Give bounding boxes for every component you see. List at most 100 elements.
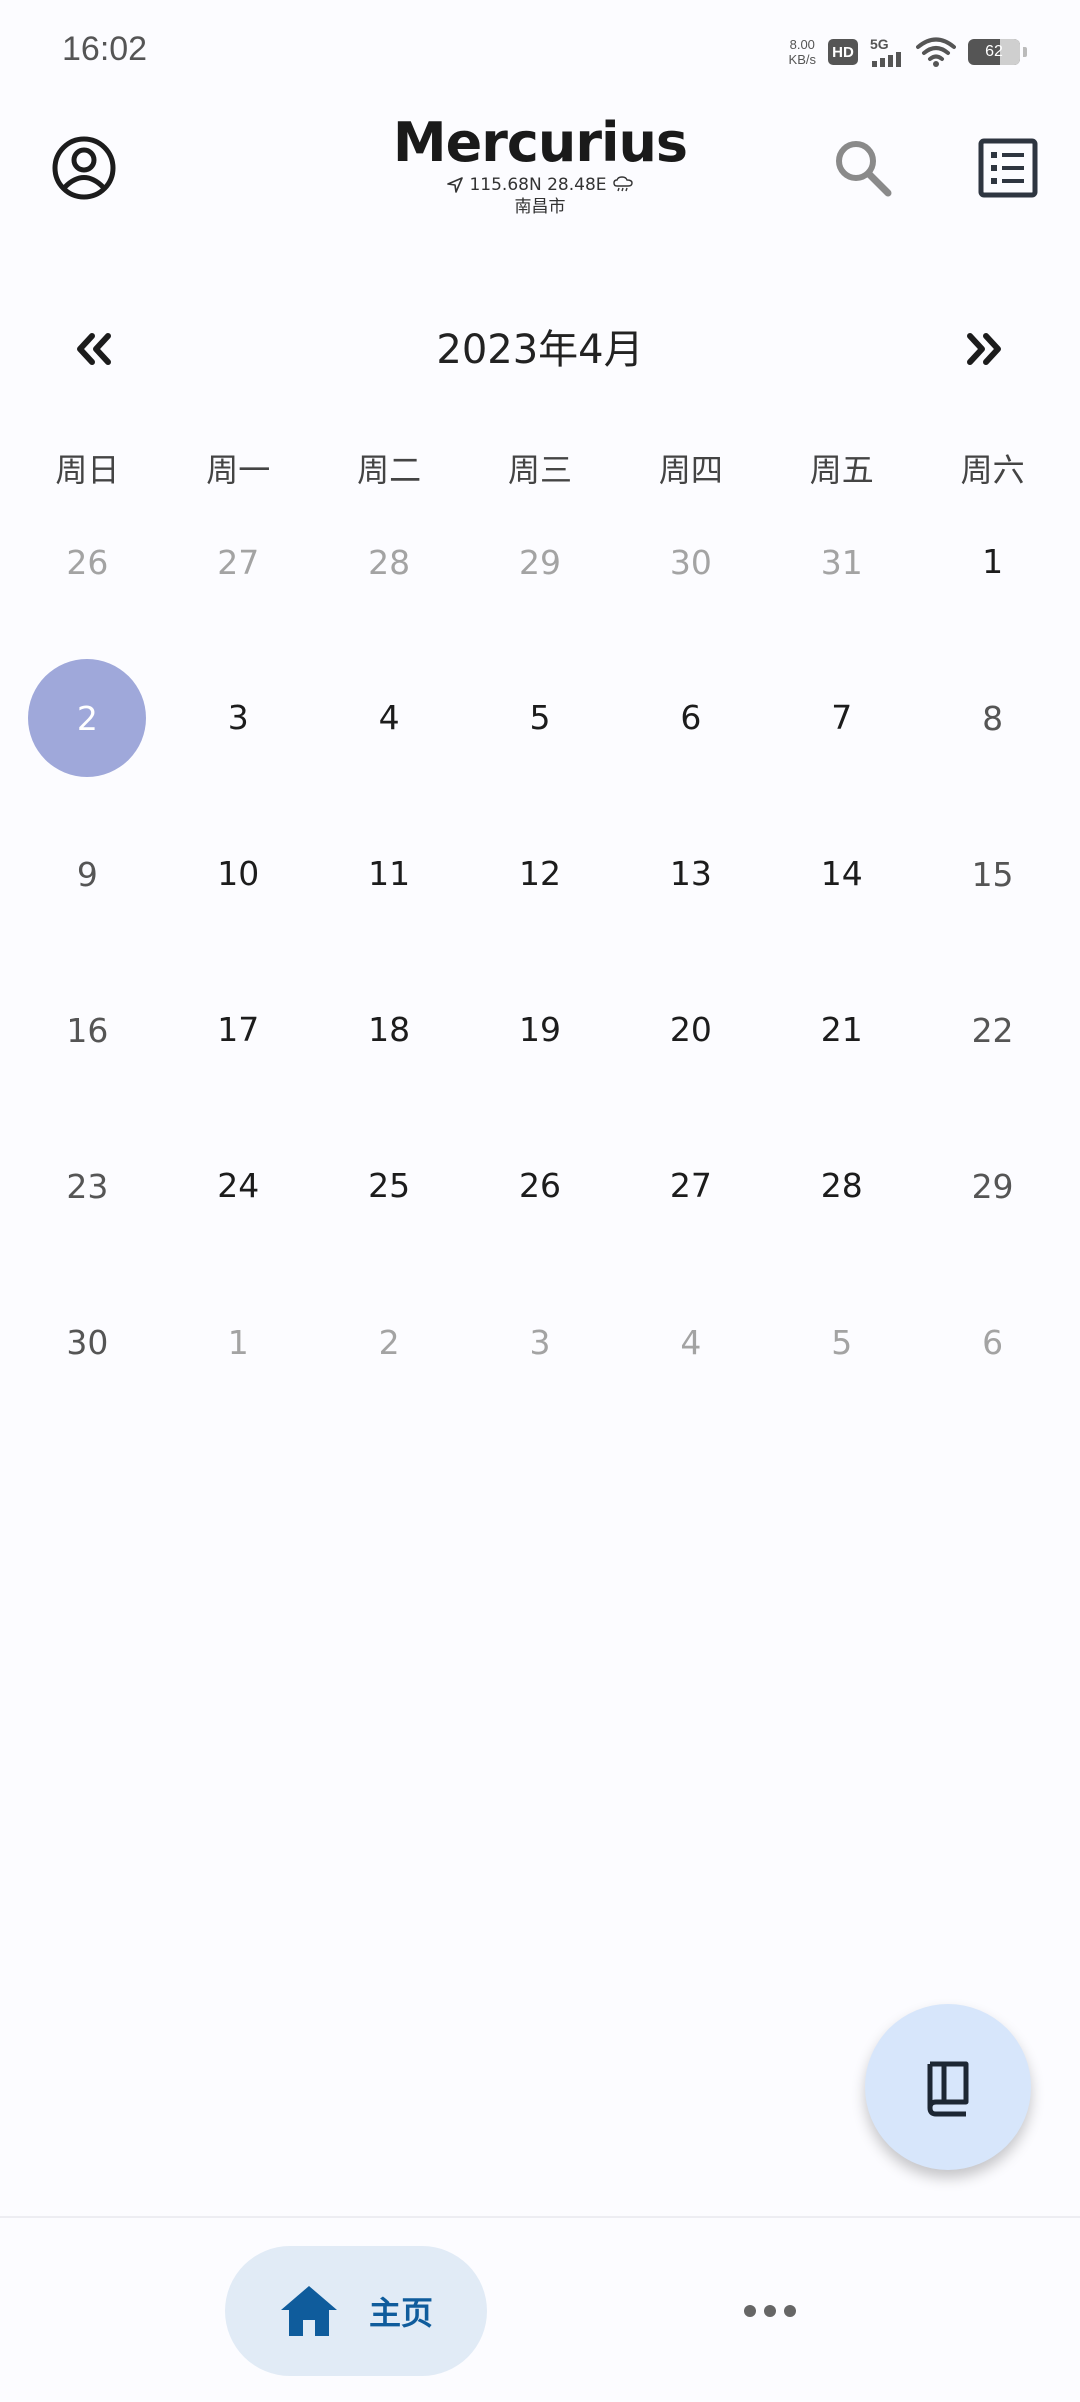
calendar-day-cell[interactable]: 31 — [766, 515, 917, 671]
day-number: 14 — [820, 854, 863, 893]
calendar-day-cell[interactable]: 15 — [917, 827, 1068, 983]
calendar-day-cell[interactable]: 19 — [465, 983, 616, 1139]
more-horizontal-icon[interactable] — [720, 2278, 820, 2344]
home-icon — [280, 2286, 337, 2336]
calendar-day-cell[interactable]: 3 — [465, 1295, 616, 1451]
calendar-day-cell[interactable]: 13 — [615, 827, 766, 983]
day-number: 12 — [518, 854, 561, 893]
location-line: 115.68N 28.48E — [340, 174, 740, 196]
calendar-day-cell[interactable]: 11 — [314, 827, 465, 983]
day-number: 13 — [669, 854, 712, 893]
calendar-day-cell[interactable]: 2 — [314, 1295, 465, 1451]
day-number: 2 — [378, 1322, 400, 1362]
calendar-day-cell[interactable]: 6 — [615, 671, 766, 827]
day-number: 26 — [518, 1166, 561, 1205]
calendar-day-cell[interactable]: 7 — [766, 671, 917, 827]
day-number: 4 — [680, 1322, 702, 1362]
day-number: 9 — [76, 854, 98, 894]
app-title: Mercurius — [392, 111, 688, 174]
status-bar: 16:02 8.00 KB/s HD 5G 62 — [0, 0, 1080, 110]
calendar-day-cell[interactable]: 5 — [465, 671, 616, 827]
calendar-day-cell[interactable]: 4 — [314, 671, 465, 827]
network-speed-unit: KB/s — [788, 52, 816, 67]
day-number: 8 — [982, 698, 1004, 738]
calendar-day-cell[interactable]: 3 — [163, 671, 314, 827]
day-number: 21 — [820, 1010, 863, 1049]
day-number: 19 — [518, 1010, 561, 1049]
calendar-day-cell[interactable]: 26 — [465, 1139, 616, 1295]
status-icons: 8.00 KB/s HD 5G 62 — [789, 30, 1027, 74]
weekday-label: 周一 — [206, 451, 271, 489]
calendar-day-cell[interactable]: 18 — [314, 983, 465, 1139]
city-name: 南昌市 — [514, 197, 566, 217]
day-number: 30 — [669, 542, 712, 582]
network-speed: 8.00 KB/s — [789, 37, 816, 67]
calendar-day-cell[interactable]: 8 — [917, 671, 1068, 827]
day-number: 6 — [680, 698, 702, 737]
hd-badge: HD — [828, 39, 858, 65]
selected-day-number: 2 — [28, 659, 147, 777]
calendar-day-cell[interactable]: 21 — [766, 983, 917, 1139]
nav-home-label: 主页 — [368, 2294, 433, 2332]
day-number: 28 — [820, 1166, 863, 1205]
calendar-day-cell[interactable]: 28 — [766, 1139, 917, 1295]
battery-level: 62 — [985, 43, 1003, 60]
header-title-block: Mercurius 115.68N 28.48E 南昌市 — [340, 112, 740, 218]
calendar-day-cell[interactable]: 17 — [163, 983, 314, 1139]
day-number: 1 — [227, 1322, 249, 1362]
book-icon — [927, 2061, 969, 2117]
calendar-day-cell[interactable]: 5 — [766, 1295, 917, 1451]
calendar-day-cell[interactable]: 23 — [12, 1139, 163, 1295]
calendar-day-cell[interactable]: 26 — [12, 515, 163, 671]
month-label[interactable]: 2023年4月 — [340, 320, 740, 380]
day-number: 27 — [669, 1166, 712, 1205]
calendar-day-cell[interactable]: 12 — [465, 827, 616, 983]
day-number: 25 — [368, 1166, 411, 1205]
calendar-day-cell[interactable]: 10 — [163, 827, 314, 983]
day-number: 23 — [66, 1166, 109, 1206]
nav-home-tab[interactable]: 主页 — [225, 2246, 487, 2376]
calendar-day-cell[interactable]: 16 — [12, 983, 163, 1139]
calendar-day-cell[interactable]: 27 — [163, 515, 314, 671]
double-chevron-left-icon[interactable] — [70, 324, 120, 374]
battery-icon: 62 — [968, 39, 1027, 65]
network-speed-value: 8.00 — [789, 37, 815, 52]
weekday-header: 周日 周一 周二 周三 周四 周五 周六 — [0, 440, 1080, 500]
calendar-day-cell[interactable]: 30 — [615, 515, 766, 671]
weekday-label: 周日 — [55, 451, 120, 489]
day-number: 3 — [529, 1322, 551, 1362]
cloud-rain-icon — [612, 176, 633, 192]
calendar-day-cell[interactable]: 1 — [917, 515, 1068, 671]
weekday-label: 周五 — [809, 451, 874, 489]
day-number: 3 — [227, 698, 249, 737]
network-type-label: 5G — [870, 36, 889, 52]
day-number: 31 — [820, 542, 863, 582]
double-chevron-right-icon[interactable] — [958, 324, 1008, 374]
calendar-day-cell[interactable]: 25 — [314, 1139, 465, 1295]
calendar-day-cell[interactable]: 4 — [615, 1295, 766, 1451]
calendar-day-cell[interactable]: 9 — [12, 827, 163, 983]
calendar-day-cell[interactable]: 30 — [12, 1295, 163, 1451]
calendar-day-cell[interactable]: 24 — [163, 1139, 314, 1295]
list-view-icon[interactable] — [978, 138, 1038, 198]
weekday-label: 周六 — [960, 451, 1025, 489]
day-number: 17 — [217, 1010, 260, 1049]
day-number: 18 — [368, 1010, 411, 1049]
calendar-day-cell[interactable]: 20 — [615, 983, 766, 1139]
day-number: 28 — [368, 542, 411, 582]
calendar-day-cell[interactable]: 29 — [465, 515, 616, 671]
calendar-day-cell[interactable]: 14 — [766, 827, 917, 983]
account-circle-icon[interactable] — [50, 134, 118, 202]
search-icon[interactable] — [830, 135, 896, 201]
calendar-day-cell[interactable]: 22 — [917, 983, 1068, 1139]
day-number: 11 — [368, 854, 411, 893]
calendar-day-cell[interactable]: 29 — [917, 1139, 1068, 1295]
calendar-day-cell[interactable]: 6 — [917, 1295, 1068, 1451]
calendar-day-cell[interactable]: 1 — [163, 1295, 314, 1451]
calendar-day-cell[interactable]: 2 — [12, 659, 163, 827]
book-fab-button[interactable] — [865, 2004, 1031, 2170]
calendar-day-cell[interactable]: 28 — [314, 515, 465, 671]
calendar-day-cell[interactable]: 27 — [615, 1139, 766, 1295]
day-number: 15 — [971, 854, 1014, 894]
month-navigation: 2023年4月 — [0, 310, 1080, 390]
